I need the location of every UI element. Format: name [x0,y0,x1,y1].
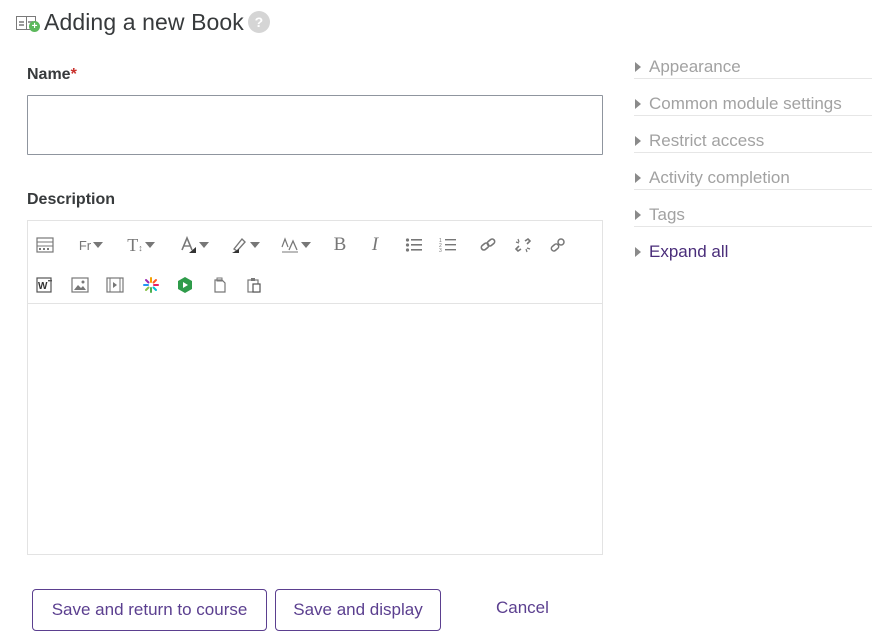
page-header: + Adding a new Book ? [16,8,270,36]
section-label: Activity completion [649,167,790,187]
section-label: Appearance [649,56,741,76]
description-label: Description [27,191,116,208]
book-add-icon: + [16,12,40,32]
save-and-display-button[interactable]: Save and display [275,589,441,631]
cancel-button[interactable]: Cancel [496,598,549,618]
chevron-right-icon [635,135,641,146]
media-icon[interactable] [104,272,126,298]
section-restrict-access[interactable]: Restrict access [634,129,872,153]
chevron-right-icon [635,61,641,72]
anchor-icon[interactable] [546,232,570,258]
section-label: Restrict access [649,130,765,150]
name-input[interactable] [27,95,603,155]
section-label: Common module settings [649,93,842,113]
section-appearance[interactable]: Appearance [634,55,872,79]
section-tags[interactable]: Tags [634,203,872,227]
unlink-icon[interactable] [511,232,535,258]
chevron-right-icon [635,247,641,257]
required-mark: * [70,66,77,83]
section-label: Tags [649,204,685,224]
editor-content-area[interactable] [28,304,602,554]
bullet-list-icon[interactable] [402,232,426,258]
font-size-icon[interactable]: T ↕ [124,232,158,258]
text-style-icon[interactable] [279,232,313,258]
italic-icon[interactable]: I [364,232,386,258]
chevron-right-icon [635,98,641,109]
link-icon[interactable] [476,232,500,258]
description-editor: Fr T ↕ B I 123 W [27,220,603,555]
chevron-right-icon [635,209,641,220]
section-activity-completion[interactable]: Activity completion [634,166,872,190]
h5p-icon[interactable] [140,272,162,298]
font-family-icon[interactable]: Fr [74,232,108,258]
paste-icon[interactable] [243,272,265,298]
save-and-return-button[interactable]: Save and return to course [32,589,267,631]
section-common-module-settings[interactable]: Common module settings [634,92,872,116]
bold-icon[interactable]: B [328,232,352,258]
font-color-icon[interactable] [177,232,211,258]
expand-all-label: Expand all [649,242,729,261]
image-icon[interactable] [69,272,91,298]
svg-text:W: W [38,281,48,292]
recordrtc-icon[interactable] [174,272,196,298]
expand-all-link[interactable]: Expand all [634,240,872,264]
svg-text:3: 3 [439,248,442,253]
word-paste-icon[interactable]: W [34,272,56,298]
copy-icon[interactable] [209,272,231,298]
toolbar-toggle-icon[interactable] [34,232,56,258]
editor-toolbar: Fr T ↕ B I 123 W [28,221,602,304]
chevron-right-icon [635,172,641,183]
numbered-list-icon[interactable]: 123 [436,232,460,258]
name-label: Name* [27,66,77,83]
help-icon[interactable]: ? [247,11,270,33]
page-title: Adding a new Book [44,8,244,35]
background-color-icon[interactable] [227,232,263,258]
